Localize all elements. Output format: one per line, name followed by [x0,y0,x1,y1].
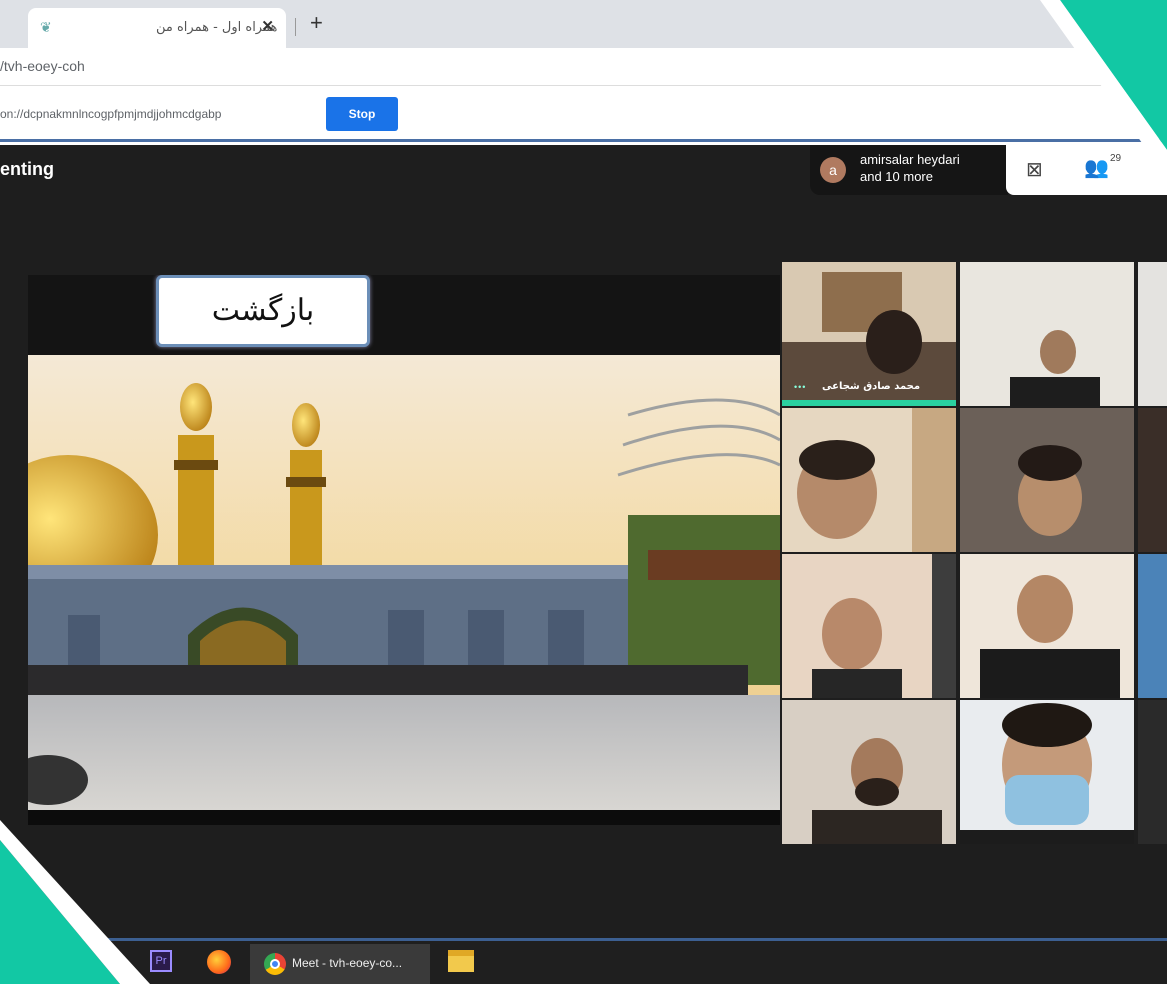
browser-tab[interactable]: ❦ همراه اول - همراه من ✕ [28,8,286,48]
participant-name: محمد صادق شجاعی [822,381,921,392]
participant-video [960,408,1134,552]
presenter-names: amirsalar heydari and 10 more [860,151,960,185]
screen-share-bar: on://dcpnakmnlncogpfpmjmdjjohmcdgabp Sto… [0,87,1167,142]
plus-icon[interactable]: + [310,10,323,36]
back-button-label: بازگشت [211,293,315,328]
participant-video [960,554,1134,698]
firefox-icon[interactable] [207,950,231,974]
url-text[interactable]: /tvh-eoey-coh [0,58,85,74]
participant-tile[interactable] [960,408,1134,552]
share-bar-text: on://dcpnakmnlncogpfpmjmdjjohmcdgabp [0,107,222,121]
presentation-slide: بازگشت [28,275,780,825]
participant-tile[interactable] [960,700,1134,844]
chrome-window-label: Meet - tvh-eoey-co... [292,956,403,970]
participant-tile[interactable]: ••• محمد صادق شجاعی [782,262,956,406]
presenter-name-line1: amirsalar heydari [860,152,960,167]
file-explorer-icon[interactable] [448,950,474,972]
participant-tile[interactable] [960,554,1134,698]
participant-video [782,554,956,698]
tab-favicon-icon: ❦ [40,19,52,35]
stop-sharing-button[interactable]: Stop [326,97,398,131]
tab-separator [295,18,296,36]
participant-tile[interactable] [960,262,1134,406]
presenter-chip[interactable]: a amirsalar heydari and 10 more [810,145,1008,195]
corner-accent-bottom-left [0,820,150,984]
participant-video [960,700,1134,844]
presenter-name-line2: and 10 more [860,169,933,184]
tab-title: همراه اول - همراه من [156,20,278,35]
chrome-taskbar-button[interactable]: Meet - tvh-eoey-co... [250,944,430,984]
shrine-photo [28,355,780,810]
participant-tile[interactable] [1138,262,1167,406]
participant-tile[interactable] [782,700,956,844]
chrome-icon [264,953,286,975]
meet-stage: enting a amirsalar heydari and 10 more ⊠… [0,145,1167,938]
close-icon[interactable]: ✕ [261,17,274,35]
address-bar[interactable]: /tvh-eoey-coh [0,48,1167,86]
participant-video [960,262,1134,406]
corner-accent-top-right [1040,0,1167,178]
participant-tile[interactable] [1138,408,1167,552]
taskbar: Pr Meet - tvh-eoey-co... [0,938,1167,984]
participant-video [782,700,956,844]
more-options-icon[interactable]: ••• [794,382,806,392]
back-button[interactable]: بازگشت [156,275,370,347]
slide-header [28,275,780,355]
participant-video [782,408,956,552]
browser-tabbar: ❦ همراه اول - همراه من ✕ + [0,0,1167,48]
participant-tile[interactable] [782,408,956,552]
presenting-label: enting [0,159,54,179]
avatar: a [820,157,846,183]
participant-tile[interactable] [1138,700,1167,844]
participant-tile[interactable] [1138,554,1167,698]
participant-tile[interactable] [782,554,956,698]
participant-grid: ••• محمد صادق شجاعی [782,262,1167,846]
